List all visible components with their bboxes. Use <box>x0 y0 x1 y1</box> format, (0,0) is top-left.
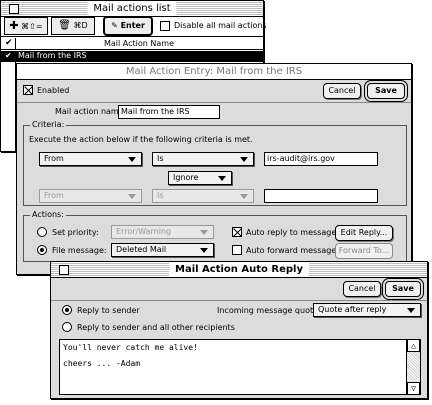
chevron-down-icon <box>128 157 136 162</box>
close-box[interactable] <box>9 4 19 14</box>
auto-forward-checkbox[interactable] <box>232 245 242 255</box>
name-label: Mail action name: <box>55 107 127 116</box>
chevron-down-icon <box>407 308 415 313</box>
mail-actions-list-titlebar[interactable]: Mail actions list <box>1 1 263 17</box>
pencil-icon: ✎ <box>111 21 118 30</box>
criteria-group: Criteria: Execute the action below if th… <box>23 120 407 206</box>
chevron-down-icon <box>240 157 248 162</box>
column-header-name: Mail Action Name <box>104 39 174 48</box>
auto-reply-checkbox[interactable] <box>232 227 242 237</box>
forward-to-button[interactable]: Forward To... <box>335 243 393 259</box>
table-row[interactable]: ✔ Mail from the IRS <box>1 51 263 62</box>
chevron-down-icon <box>240 194 248 199</box>
checkmark-column-icon: ✔ <box>5 38 13 48</box>
close-box[interactable] <box>59 265 69 275</box>
save-button[interactable]: Save <box>367 83 405 99</box>
chevron-down-icon <box>200 230 208 235</box>
criteria2-operator-value: Is <box>157 191 164 200</box>
row-name: Mail from the IRS <box>18 51 87 60</box>
criteria2-value-field[interactable] <box>264 189 378 203</box>
auto-reply-label: Auto reply to message <box>246 228 337 237</box>
window-title: Mail Action Entry: Mail from the IRS <box>125 66 303 77</box>
quoting-popup[interactable]: Quote after reply <box>313 303 421 317</box>
toolbar: ✚ ⌘⇧= 🗑 ⌘D ✎ Enter Disable all mail acti… <box>1 17 267 37</box>
conjunction-popup[interactable]: Ignore <box>168 171 232 185</box>
window-title: Mail actions list <box>87 2 177 15</box>
trash-icon: 🗑 <box>58 20 71 31</box>
enabled-label: Enabled <box>37 86 70 95</box>
file-folder-popup[interactable]: Deleted Mail <box>111 243 214 257</box>
save-button[interactable]: Save <box>385 281 421 297</box>
criteria1-operator-popup[interactable]: Is <box>152 152 254 166</box>
enabled-checkbox[interactable] <box>23 85 33 95</box>
auto-reply-window: Mail Action Auto Reply Cancel Save Reply… <box>50 261 428 399</box>
table-header: ✔ Mail Action Name <box>1 38 263 50</box>
cancel-button[interactable]: Cancel <box>343 281 381 297</box>
criteria2-field-value: From <box>44 191 64 200</box>
file-folder-value: Deleted Mail <box>116 245 167 254</box>
criteria2-field-popup[interactable]: From <box>39 189 142 203</box>
conjunction-value: Ignore <box>173 173 199 182</box>
cancel-button[interactable]: Cancel <box>323 83 361 99</box>
criteria-description: Execute the action below if the followin… <box>29 135 253 144</box>
disable-all-checkbox[interactable] <box>160 21 170 31</box>
reply-body-line-2: cheers ... -Adam <box>63 359 141 368</box>
delete-shortcut: ⌘D <box>73 21 88 30</box>
add-button[interactable]: ✚ ⌘⇧= <box>4 17 48 35</box>
mail-action-name-field[interactable]: Mail from the IRS <box>118 105 220 119</box>
actions-title: Actions: <box>30 210 66 219</box>
set-priority-radio[interactable] <box>37 227 47 237</box>
criteria1-field-value: From <box>44 154 64 163</box>
reply-all-label: Reply to sender and all other recipients <box>77 323 235 332</box>
quoting-label: Incoming message quoting: <box>217 306 329 315</box>
criteria1-operator-value: Is <box>157 154 164 163</box>
auto-reply-titlebar[interactable]: Mail Action Auto Reply <box>51 262 427 278</box>
reply-body-line-1: You'll never catch me alive! <box>63 343 198 352</box>
priority-popup[interactable]: Error/Warning <box>111 225 214 239</box>
quoting-value: Quote after reply <box>318 305 387 314</box>
file-message-radio[interactable] <box>37 245 47 255</box>
vertical-scrollbar[interactable]: △ ▽ <box>406 339 420 395</box>
delete-button[interactable]: 🗑 ⌘D <box>51 17 95 35</box>
scroll-down-arrow-icon[interactable]: ▽ <box>407 382 420 395</box>
chevron-down-icon <box>200 248 208 253</box>
priority-value: Error/Warning <box>116 227 172 236</box>
edit-reply-button[interactable]: Edit Reply... <box>335 225 393 241</box>
scroll-up-arrow-icon[interactable]: △ <box>407 339 420 352</box>
enter-button[interactable]: ✎ Enter <box>104 17 152 35</box>
criteria2-operator-popup[interactable]: Is <box>152 189 254 203</box>
chevron-down-icon <box>128 194 136 199</box>
chevron-down-icon <box>218 176 226 181</box>
criteria1-value-field[interactable]: irs-audit@irs.gov <box>264 152 378 166</box>
reply-body-textarea[interactable]: You'll never catch me alive! cheers ... … <box>59 339 421 395</box>
set-priority-label: Set priority: <box>52 228 99 237</box>
mail-action-entry-window: Mail Action Entry: Mail from the IRS Ena… <box>16 63 412 275</box>
add-shortcut: ⌘⇧= <box>21 22 43 31</box>
reply-to-sender-radio[interactable] <box>62 305 72 315</box>
reply-to-sender-label: Reply to sender <box>77 306 140 315</box>
reply-all-radio[interactable] <box>62 322 72 332</box>
file-message-label: File message: <box>52 246 107 255</box>
criteria1-field-popup[interactable]: From <box>39 152 142 166</box>
criteria-title: Criteria: <box>30 120 67 129</box>
row-enabled-check-icon[interactable]: ✔ <box>5 51 12 60</box>
auto-forward-label: Auto forward message <box>246 246 337 255</box>
enter-label: Enter <box>120 21 145 30</box>
mail-action-entry-titlebar[interactable]: Mail Action Entry: Mail from the IRS <box>17 64 411 80</box>
disable-all-label: Disable all mail actions <box>174 21 267 30</box>
window-title: Mail Action Auto Reply <box>169 263 309 276</box>
plus-icon: ✚ <box>9 19 19 32</box>
actions-group: Actions: Set priority: Error/Warning Fil… <box>23 210 407 262</box>
